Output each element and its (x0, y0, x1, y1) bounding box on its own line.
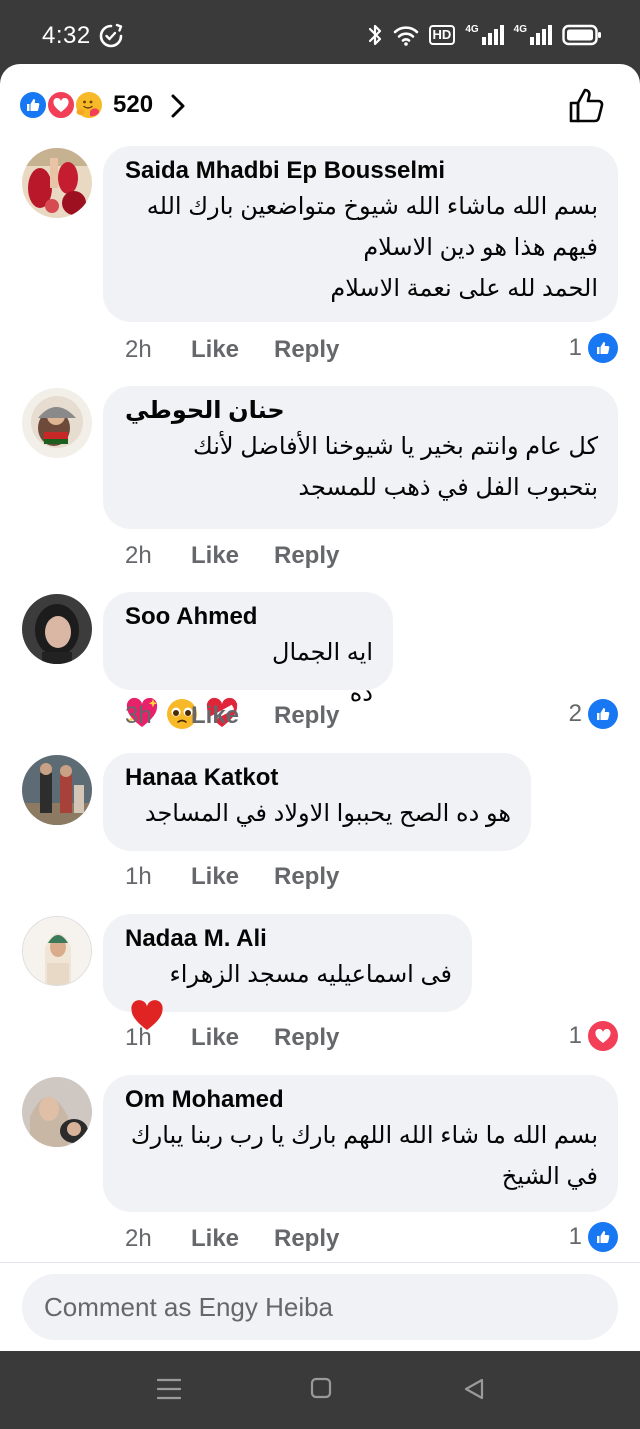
comment-text: هو ده الصح يحببوا الاولاد في المساجد (144, 800, 511, 827)
reply-button[interactable]: Reply (274, 1024, 339, 1052)
comment-time[interactable]: 2h (125, 1225, 191, 1253)
reactions-summary[interactable] (18, 90, 110, 120)
avatar[interactable] (22, 148, 92, 218)
care-reaction-icon (74, 90, 104, 120)
comment-text: كل عام وانتم بخير يا شيوخنا الأفاضل لأنك… (193, 433, 598, 501)
signal-icon-sim2: 4G (514, 25, 552, 45)
love-reaction-icon (588, 1021, 618, 1051)
comment-author[interactable]: Om Mohamed (125, 1085, 598, 1115)
comment-text: بسم الله ما شاء الله اللهم بارك يا رب رب… (130, 1122, 598, 1190)
comment-author[interactable]: Nadaa M. Ali (125, 924, 452, 954)
status-time: 4:32 (42, 22, 91, 49)
comment-time[interactable]: 2h (125, 542, 191, 570)
signal-icon-sim1: 4G (465, 25, 504, 45)
reply-button[interactable]: Reply (274, 702, 339, 730)
comment-author[interactable]: Hanaa Katkot (125, 763, 511, 793)
like-button[interactable]: Like (191, 336, 274, 364)
like-button[interactable]: Like (191, 1225, 274, 1253)
comment-bubble: Nadaa M. Ali فى اسماعيليه مسجد الزهراء (103, 914, 472, 1030)
like-button[interactable]: Like (191, 1024, 274, 1052)
hd-badge: HD (428, 25, 456, 45)
comment-author[interactable]: Saida Mhadbi Ep Bousselmi (125, 156, 598, 186)
avatar[interactable] (22, 916, 92, 986)
love-reaction-icon (46, 90, 76, 120)
avatar[interactable] (22, 594, 92, 664)
comment-input[interactable] (22, 1274, 618, 1340)
comment-actions: 3h Like Reply (125, 702, 339, 730)
avatar[interactable] (22, 755, 92, 825)
comment-reactions[interactable]: 2 (569, 699, 618, 729)
comment-bubble: Om Mohamed بسم الله ما شاء الله اللهم با… (103, 1075, 618, 1212)
comments-sheet: 520 Saida Mhadbi Ep Bousselmi بسم الله م… (0, 64, 640, 1351)
avatar[interactable] (22, 388, 92, 458)
comment-reactions[interactable]: 1 (569, 1222, 618, 1252)
avatar[interactable] (22, 1077, 92, 1147)
pleading-face-emoji-icon (165, 656, 199, 729)
comment-reactions[interactable]: 1 (569, 333, 618, 363)
comment-time[interactable]: 1h (125, 863, 191, 891)
status-bar: 4:32 HD 4G 4G (0, 0, 640, 70)
like-button[interactable]: Like (191, 542, 274, 570)
wifi-icon (393, 26, 418, 46)
like-reaction-icon (588, 699, 618, 729)
bluetooth-icon (368, 24, 381, 46)
comment-time[interactable]: 1h (125, 1024, 191, 1052)
comment-reaction-count: 1 (568, 1223, 582, 1250)
comment-time[interactable]: 3h (125, 702, 191, 730)
comment-actions: 1h Like Reply (125, 863, 339, 891)
sync-icon (99, 23, 123, 48)
comment-reaction-count: 1 (568, 1022, 582, 1049)
comment-reaction-count: 2 (568, 700, 582, 727)
comment-reaction-count: 1 (568, 334, 582, 361)
comment-bubble: حنان الحوطي كل عام وانتم بخير يا شيوخنا … (103, 386, 618, 529)
like-button[interactable]: Like (191, 863, 274, 891)
reply-button[interactable]: Reply (274, 336, 339, 364)
comment-bubble: Saida Mhadbi Ep Bousselmi بسم الله ماشاء… (103, 146, 618, 322)
comment-reactions[interactable]: 1 (569, 1021, 618, 1051)
thumbs-up-icon[interactable] (568, 86, 606, 124)
system-nav-bar (0, 1351, 640, 1429)
comment-bubble: Soo Ahmed ايه الجمال ده (103, 592, 393, 729)
like-button[interactable]: Like (191, 702, 274, 730)
comment-author[interactable]: Soo Ahmed (125, 602, 373, 632)
menu-icon[interactable] (157, 1377, 181, 1401)
comment-text-arabic: فى اسماعيليه مسجد الزهراء (169, 961, 453, 988)
comment-composer (0, 1262, 640, 1351)
comment-actions: 2h Like Reply (125, 1225, 339, 1253)
comment-actions: 2h Like Reply (125, 336, 339, 364)
comment-time[interactable]: 2h (125, 336, 191, 364)
comment-bubble: Hanaa Katkot هو ده الصح يحببوا الاولاد ف… (103, 753, 531, 851)
like-reaction-icon (588, 333, 618, 363)
like-reaction-icon (588, 1222, 618, 1252)
comment-text: بسم الله ماشاء الله شيوخ متواضعين بارك ا… (146, 193, 598, 302)
reaction-count[interactable]: 520 (113, 91, 153, 119)
mending-heart-emoji-icon (205, 656, 239, 727)
red-heart-emoji-icon (130, 958, 164, 1030)
chevron-right-icon[interactable] (168, 92, 188, 120)
sparkling-heart-emoji-icon (125, 656, 159, 727)
like-reaction-icon (18, 90, 48, 120)
comment-actions: 1h Like Reply (125, 1024, 339, 1052)
reply-button[interactable]: Reply (274, 1225, 339, 1253)
reply-button[interactable]: Reply (274, 863, 339, 891)
reactions-header: 520 (0, 64, 640, 144)
back-icon[interactable] (463, 1377, 485, 1401)
home-icon[interactable] (310, 1377, 332, 1399)
comment-text: فى اسماعيليه مسجد الزهراء (125, 954, 453, 1030)
battery-icon (562, 24, 601, 46)
comment-actions: 2h Like Reply (125, 542, 339, 570)
reply-button[interactable]: Reply (274, 542, 339, 570)
comment-author[interactable]: حنان الحوطي (125, 396, 598, 426)
